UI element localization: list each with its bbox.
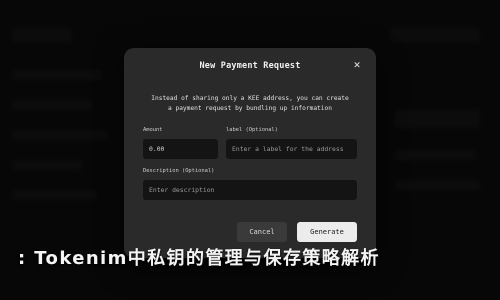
description-line: Instead of sharing only a KEE address, y… [151,95,349,102]
dialog-title: New Payment Request [199,61,301,71]
article-headline: : Tokenim中私钥的管理与保存策略解析 [18,248,380,269]
dialog-description: Instead of sharing only a KEE address, y… [144,94,356,113]
label-field-label: label (Optional) [226,127,278,133]
amount-input[interactable]: 0.00 [143,139,218,159]
label-input[interactable]: Enter a label for the address [226,139,357,159]
description-input[interactable]: Enter description [143,180,357,200]
screen: New Payment Request ✕ Instead of sharing… [0,0,500,300]
amount-label: Amount [143,127,163,133]
close-icon[interactable]: ✕ [351,59,363,71]
description-field-label: Description (Optional) [143,168,215,174]
description-line: a payment request by bundling up informa… [168,104,332,112]
cancel-button[interactable]: Cancel [237,222,287,242]
generate-button[interactable]: Generate [297,222,357,242]
